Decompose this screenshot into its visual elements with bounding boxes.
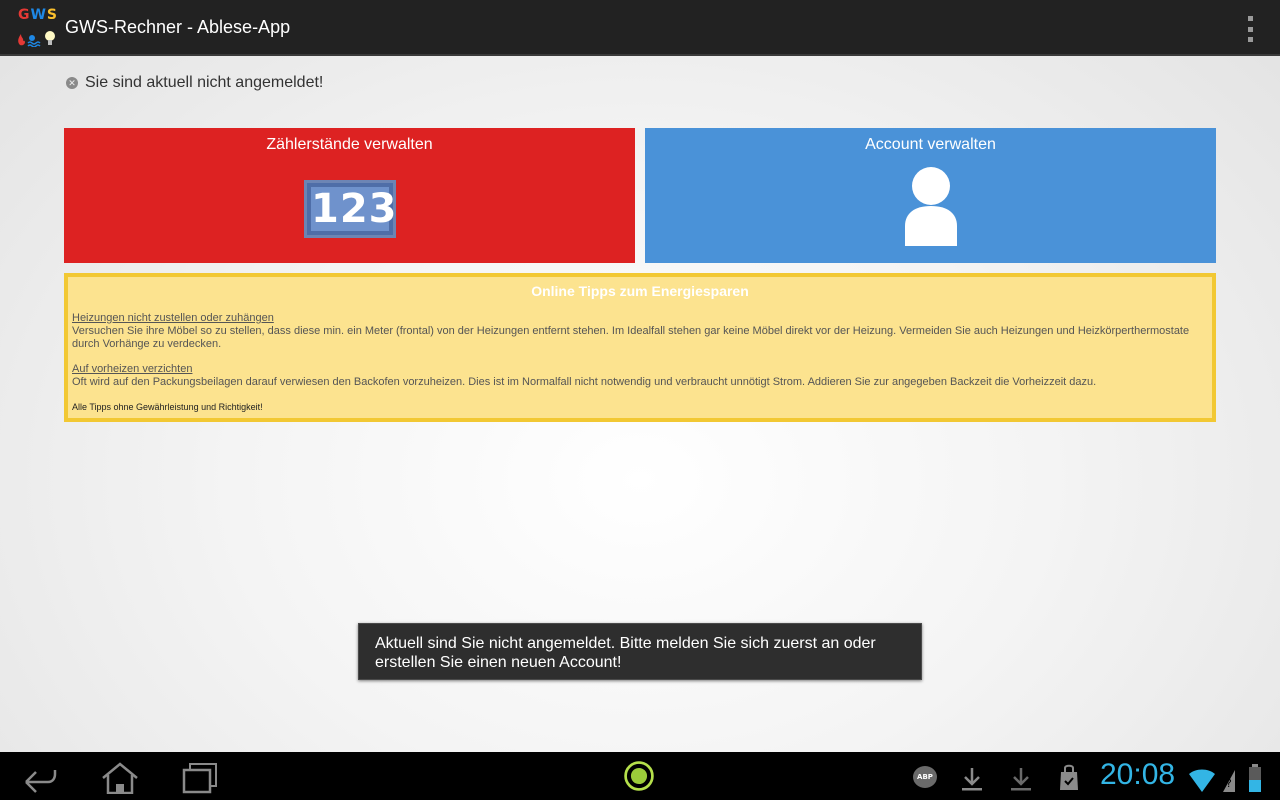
back-icon[interactable] (22, 760, 58, 794)
energy-tips-box: Online Tipps zum Energiesparen Heizungen… (64, 273, 1216, 422)
login-status-text: Sie sind aktuell nicht angemeldet! (85, 74, 324, 91)
water-wave-icon (27, 41, 41, 45)
svg-text:?: ? (1226, 777, 1232, 790)
logo-letters: GWS (17, 7, 59, 23)
tip-heading-link[interactable]: Heizungen nicht zustellen oder zuhängen (72, 312, 1208, 325)
water-drop-icon (29, 35, 35, 41)
app-logo[interactable]: GWS (16, 5, 60, 49)
download-icon[interactable] (1009, 760, 1033, 794)
user-icon (905, 167, 957, 246)
toast-message: Aktuell sind Sie nicht angemeldet. Bitte… (358, 623, 922, 680)
recent-apps-icon[interactable] (182, 760, 220, 794)
battery-icon (1249, 764, 1261, 792)
no-signal-icon: ? (1223, 770, 1235, 792)
not-logged-in-icon: ✕ (66, 77, 78, 89)
tile-label: Zählerstände verwalten (266, 136, 433, 153)
manage-meter-readings-tile[interactable]: Zählerstände verwalten 123 (64, 128, 635, 263)
app-title: GWS-Rechner - Ablese-App (65, 16, 291, 37)
manage-account-tile[interactable]: Account verwalten (645, 128, 1216, 263)
action-bar: GWS GWS-Rechner - Ablese-App (0, 0, 1280, 56)
meter-counter-icon: 123 (304, 180, 397, 238)
clock[interactable]: 20:08 (1100, 758, 1175, 792)
system-bar: ABP ? (0, 752, 1280, 800)
tile-label: Account verwalten (865, 136, 996, 153)
lightbulb-icon (45, 31, 55, 41)
flame-icon (18, 34, 25, 46)
tip-text: Oft wird auf den Packungsbeilagen darauf… (72, 376, 1097, 388)
overflow-menu-icon[interactable] (1246, 16, 1254, 42)
login-status: ✕ Sie sind aktuell nicht angemeldet! (66, 74, 323, 92)
tip-text: Versuchen Sie ihre Möbel so zu stellen, … (72, 325, 1190, 350)
app-launcher-icon[interactable] (620, 759, 658, 793)
shopping-bag-icon[interactable] (1057, 760, 1081, 794)
download-icon[interactable] (960, 760, 984, 794)
utility-icons (18, 31, 55, 47)
home-icon[interactable] (100, 760, 140, 794)
tips-title: Online Tipps zum Energiesparen (531, 283, 749, 299)
adblock-plus-icon[interactable]: ABP (913, 766, 937, 788)
wifi-icon (1189, 769, 1215, 792)
tip-heading-link[interactable]: Auf vorheizen verzichten (72, 363, 1208, 376)
tips-disclaimer: Alle Tipps ohne Gewährleistung und Richt… (72, 402, 263, 412)
